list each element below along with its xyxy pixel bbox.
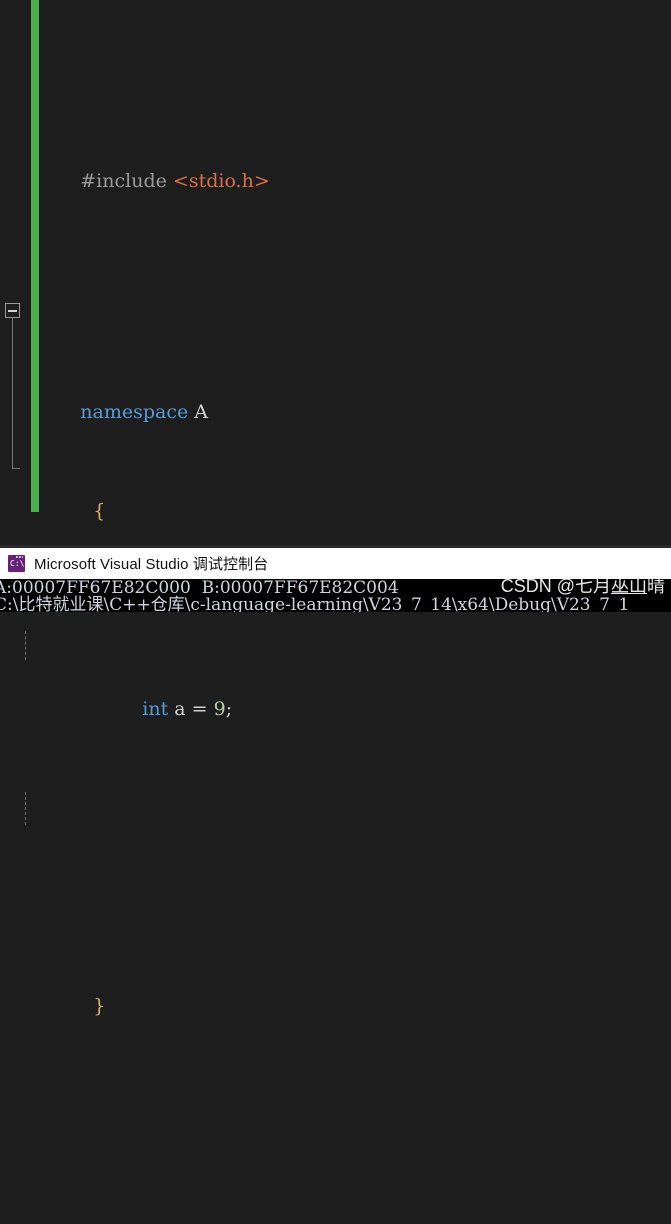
token-semicolon: ; [225, 698, 233, 720]
console-icon-dots [16, 556, 23, 558]
console-icon-prompt: C:\ [10, 559, 25, 568]
indent-guide [25, 792, 26, 825]
token-var-a: a [174, 698, 186, 720]
code-editor[interactable]: #include <stdio.h> namespace A { int a =… [0, 0, 671, 1017]
indent-guide [25, 631, 26, 660]
console-output-line-2: C:\比特就业课\C++仓库\c-language-learning\V23_7… [0, 595, 630, 613]
csdn-watermark: CSDN @七月巫山晴 [501, 579, 665, 595]
code-line[interactable] [25, 792, 671, 825]
watermark-underlined: 巫山 [611, 579, 647, 596]
token-keyword-namespace: namespace [80, 401, 189, 423]
code-line[interactable]: #include <stdio.h> [44, 132, 671, 192]
token-include-header: <stdio.h> [172, 170, 270, 192]
debug-console-window[interactable]: C:\ Microsoft Visual Studio 调试控制台 A:0000… [0, 548, 671, 612]
code-line[interactable] [44, 1122, 671, 1155]
console-icon: C:\ [8, 555, 25, 572]
code-line[interactable]: } [44, 957, 671, 1017]
watermark-suffix: 晴 [647, 579, 665, 596]
fold-namespace-a-icon[interactable] [5, 303, 20, 318]
code-content[interactable]: #include <stdio.h> namespace A { int a =… [5, 0, 671, 1224]
watermark-prefix: CSDN @七月 [500, 579, 611, 596]
token-brace-close: } [93, 995, 106, 1017]
console-titlebar[interactable]: C:\ Microsoft Visual Studio 调试控制台 [0, 548, 671, 579]
token-brace-open: { [93, 500, 106, 522]
token-assign: = [191, 698, 208, 720]
token-keyword-int: int [142, 698, 169, 720]
code-line[interactable]: { [44, 462, 671, 522]
console-output[interactable]: A:00007FF67E82C000 B:00007FF67E82C004 C:… [0, 579, 671, 612]
code-line[interactable]: namespace A [5, 297, 671, 469]
console-title-text: Microsoft Visual Studio 调试控制台 [34, 556, 269, 573]
region-bracket-a [12, 317, 20, 469]
change-bar-indicator [31, 0, 39, 512]
token-number-9: 9 [213, 698, 226, 720]
token-preprocessor: #include [80, 170, 167, 192]
code-line[interactable]: int a = 9; [25, 627, 671, 720]
token-namespace-name-a: A [194, 401, 208, 423]
